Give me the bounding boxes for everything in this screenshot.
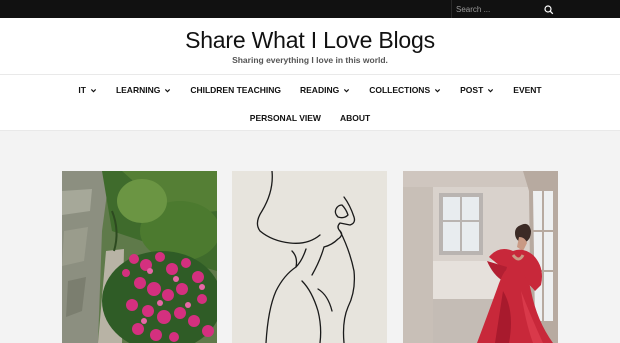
nav-item-children-teaching[interactable]: CHILDREN TEACHING [190,85,281,95]
nav-item-label: POST [460,85,484,95]
woman-red-dress-photo [403,171,558,343]
nav-item-label: ABOUT [339,113,371,123]
nav-item-personal-view[interactable]: PERSONAL VIEW [250,113,321,123]
search-box [451,0,561,18]
nav-row-secondary: PERSONAL VIEW ABOUT [0,105,620,131]
nav-item-event[interactable]: EVENT [513,85,541,95]
nav-item-label: EVENT [513,85,542,95]
posts-area [0,131,620,343]
search-icon[interactable] [543,3,555,15]
nav-item-label: CHILDREN TEACHING [190,85,281,95]
nav-item-learning[interactable]: LEARNING [116,85,171,95]
post-card[interactable] [62,171,217,343]
nav-item-post[interactable]: POST [460,85,494,95]
chevron-down-icon [488,88,494,92]
top-bar [0,0,620,18]
nav-item-label: LEARNING [115,85,161,95]
chevron-down-icon [90,88,97,92]
nav-item-it[interactable]: IT [78,85,97,95]
nav-item-collections[interactable]: COLLECTIONS [369,85,441,95]
main-navigation: IT LEARNING CHILDREN TEACHING READING CO… [0,74,620,131]
site-branding: Share What I Love Blogs Sharing everythi… [0,18,620,74]
site-tagline: Sharing everything I love in this world. [232,55,388,65]
nav-item-label: READING [300,85,340,95]
nav-item-about[interactable]: ABOUT [340,113,370,123]
site-title[interactable]: Share What I Love Blogs [0,27,620,54]
chevron-down-icon [435,88,441,92]
garden-flowers-photo [62,171,217,343]
nav-item-reading[interactable]: READING [300,85,350,95]
nav-item-label: COLLECTIONS [369,85,431,95]
post-card[interactable] [232,171,387,343]
post-card[interactable] [403,171,558,343]
nav-item-label: PERSONAL VIEW [249,113,321,123]
line-art-portrait [232,171,387,343]
chevron-down-icon [344,88,350,92]
search-input[interactable] [456,2,540,16]
nav-item-label: IT [78,85,86,95]
chevron-down-icon [165,88,171,92]
nav-row-primary: IT LEARNING CHILDREN TEACHING READING CO… [0,77,620,103]
